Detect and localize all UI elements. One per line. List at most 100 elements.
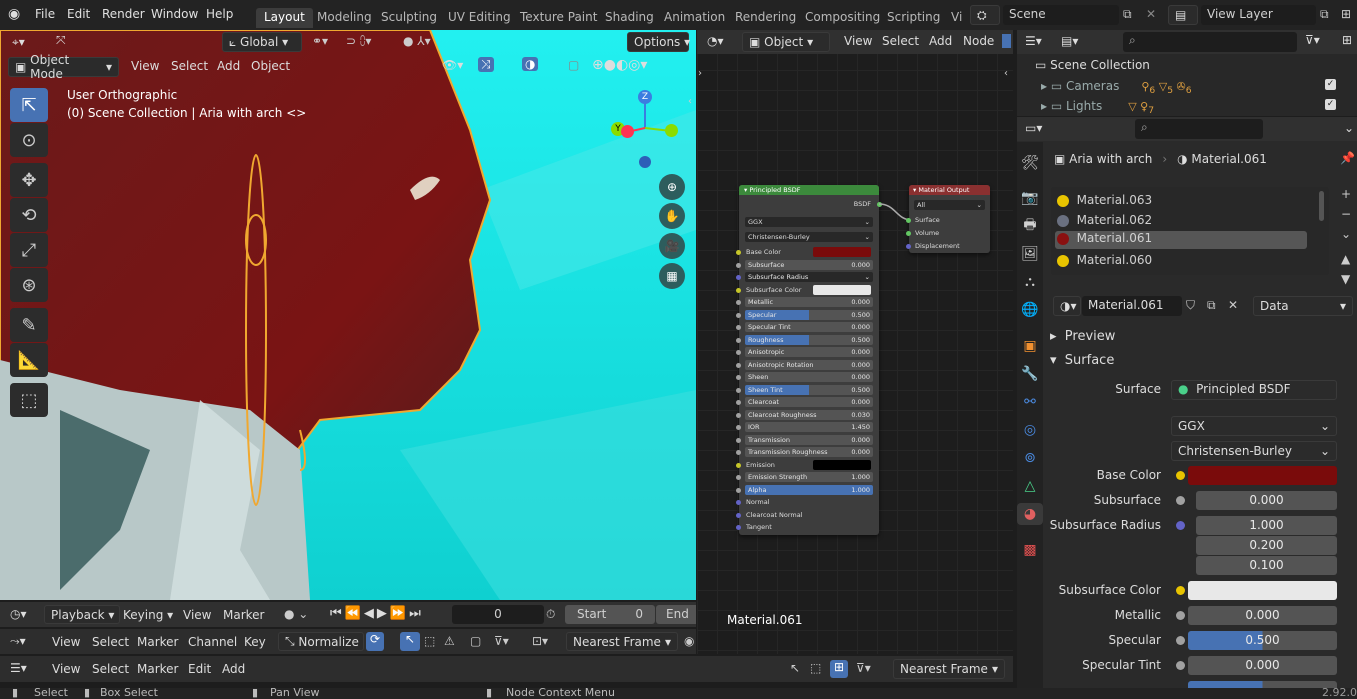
input-socket-icon[interactable]	[736, 287, 741, 293]
timeline-type-icon[interactable]: ◷▾	[10, 607, 27, 621]
new-collection-icon[interactable]: ⊞	[1342, 33, 1352, 47]
toolshelf-toggle-icon[interactable]: ›	[698, 68, 702, 79]
nla-menu-marker[interactable]: Marker	[137, 662, 178, 676]
world-tab-icon[interactable]: 🌐	[1019, 299, 1041, 321]
surface-panel-header[interactable]: ▾ Surface	[1050, 353, 1114, 368]
tab-texture-paint[interactable]: Texture Paint	[512, 8, 605, 28]
output-tab-icon[interactable]: 🖶	[1019, 215, 1041, 237]
node-sidebar-toggle-icon[interactable]: ‹	[1004, 68, 1008, 79]
material-name-field[interactable]: Material.061	[1082, 296, 1182, 316]
specular-tint-field[interactable]: 0.000	[1188, 656, 1337, 675]
object-tab-icon[interactable]: ▣	[1019, 335, 1041, 357]
subsurface-radius-y[interactable]: 0.200	[1196, 536, 1337, 555]
input-socket-icon[interactable]	[736, 387, 741, 393]
blender-logo-icon[interactable]: ◉	[8, 6, 20, 22]
filter-icon[interactable]: ⊽▾	[856, 661, 871, 675]
input-socket-icon[interactable]	[736, 312, 741, 318]
menu-edit[interactable]: Edit	[67, 7, 90, 21]
duplicate-material-icon[interactable]: ⧉	[1207, 298, 1216, 313]
options-button[interactable]: Options ▾	[627, 32, 690, 52]
bsdf-input-field[interactable]: Transmission 0.000	[745, 434, 873, 445]
input-socket-icon[interactable]	[736, 462, 741, 468]
remove-slot-icon[interactable]: −	[1341, 207, 1351, 221]
bsdf-input-field[interactable]: Sheen 0.000	[745, 372, 873, 382]
view-layer-field[interactable]: View Layer	[1201, 5, 1316, 25]
auto-normalize-icon[interactable]: ⟳	[366, 632, 384, 651]
rotate-tool[interactable]: ⟲	[10, 198, 48, 232]
current-frame-field[interactable]: 0	[452, 605, 544, 624]
tab-layout[interactable]: Layout	[256, 8, 313, 28]
properties-options-icon[interactable]: ⌄	[1344, 121, 1354, 135]
constraints-tab-icon[interactable]: ⊚	[1019, 447, 1041, 469]
menu-render[interactable]: Render	[102, 7, 145, 21]
bsdf-input-label[interactable]: Subsurface Radius ⌄	[745, 272, 873, 282]
surface-shader-field[interactable]: ● Principled BSDF	[1171, 380, 1337, 400]
box-select-icon[interactable]: ⬚	[424, 634, 435, 648]
fake-user-shield-icon[interactable]: ⛉	[1186, 298, 1195, 313]
specular-field[interactable]: 0.500	[1188, 631, 1337, 650]
nla-menu-view[interactable]: View	[52, 662, 80, 676]
box-select-icon[interactable]: ⬚	[810, 661, 821, 675]
sss-method-select[interactable]: Christensen-Burley ⌄	[1171, 441, 1337, 461]
node-menu-select[interactable]: Select	[882, 34, 919, 48]
nla-menu-add[interactable]: Add	[222, 662, 245, 676]
input-socket-icon[interactable]	[736, 262, 741, 268]
annotate-tool[interactable]: ✎	[10, 308, 48, 342]
distribution-select[interactable]: GGX ⌄	[1171, 416, 1337, 436]
tab-scripting[interactable]: Scripting	[879, 8, 948, 28]
bsdf-color-swatch[interactable]	[813, 284, 871, 295]
volume-socket-icon[interactable]	[906, 231, 911, 236]
select-arrow-icon[interactable]: ↖	[400, 632, 420, 651]
roughness-field-partial[interactable]	[1188, 681, 1337, 688]
shading-modes-icon[interactable]: ⊕●◐◎▾	[592, 57, 647, 73]
input-socket-icon[interactable]	[736, 300, 741, 305]
move-down-icon[interactable]: ▼	[1341, 272, 1350, 286]
input-socket-icon[interactable]	[736, 437, 741, 443]
bsdf-color-swatch[interactable]	[813, 459, 871, 470]
bsdf-input-field[interactable]: Specular 0.500	[745, 309, 873, 320]
bsdf-input-field[interactable]: Metallic 0.000	[745, 297, 873, 307]
new-scene-icon[interactable]: ⧉	[1123, 7, 1132, 22]
xray-icon[interactable]: ▢	[568, 58, 579, 72]
data-tab-icon[interactable]: △	[1019, 475, 1041, 497]
input-socket-icon[interactable]	[736, 275, 741, 280]
record-icon[interactable]: ● ⌄	[284, 607, 308, 621]
gizmo-x-icon[interactable]	[665, 124, 678, 137]
outliner-type-icon[interactable]: ☰▾	[1025, 34, 1042, 48]
playback-dropdown[interactable]: Playback ▾	[44, 605, 120, 624]
scene-collection-row[interactable]: ▭ Scene Collection	[1035, 58, 1150, 72]
graph-interp-dropdown[interactable]: Nearest Frame ▾	[566, 632, 678, 651]
link-dropdown[interactable]: Data ▾	[1253, 296, 1353, 316]
visibility-icon[interactable]: 👁▾	[442, 58, 463, 72]
tab-sculpting[interactable]: Sculpting	[373, 8, 445, 28]
bsdf-input-field[interactable]: IOR 1.450	[745, 422, 873, 432]
gizmo-neg-x-icon[interactable]	[621, 125, 634, 138]
menu-file[interactable]: File	[35, 7, 55, 21]
add-view-layer-icon[interactable]: ⊞	[1341, 7, 1351, 21]
properties-search-input[interactable]: ⌕	[1135, 119, 1263, 139]
sidebar-toggle-icon[interactable]: ‹	[688, 96, 692, 107]
viewport-menu-select[interactable]: Select	[171, 59, 208, 73]
pivot-icon[interactable]: ⚭▾	[312, 34, 328, 48]
input-socket-icon[interactable]	[736, 450, 741, 455]
material-output-node[interactable]: ▾ Material Output All ⌄ Surface Volume Di…	[906, 185, 990, 253]
grid-icon[interactable]: ▦	[659, 263, 685, 289]
pin-icon[interactable]: 📌	[1340, 151, 1355, 165]
input-socket-icon[interactable]	[736, 487, 741, 493]
tab-uv-editing[interactable]: UV Editing	[440, 8, 519, 28]
properties-scrollbar[interactable]	[1350, 335, 1354, 675]
unlink-material-icon[interactable]: ✕	[1228, 298, 1238, 312]
navigation-gizmo[interactable]: Z Y	[605, 88, 685, 178]
warning-icon[interactable]: ⚠	[444, 634, 455, 648]
modifier-tab-icon[interactable]: 🔧	[1019, 363, 1041, 385]
input-socket-icon[interactable]	[736, 475, 741, 480]
material-tab-icon[interactable]: ◕	[1017, 503, 1043, 525]
add-cube-tool[interactable]: ⬚	[10, 383, 48, 417]
base-color-swatch[interactable]	[1188, 466, 1337, 485]
nla-type-icon[interactable]: ☰▾	[10, 661, 27, 675]
menu-help[interactable]: Help	[206, 7, 233, 21]
node-menu-view[interactable]: View	[844, 34, 872, 48]
lights-checkbox[interactable]: ✓	[1325, 99, 1336, 110]
input-socket-icon[interactable]	[736, 325, 741, 330]
bsdf-input-field[interactable]: Clearcoat Roughness 0.030	[745, 409, 873, 420]
